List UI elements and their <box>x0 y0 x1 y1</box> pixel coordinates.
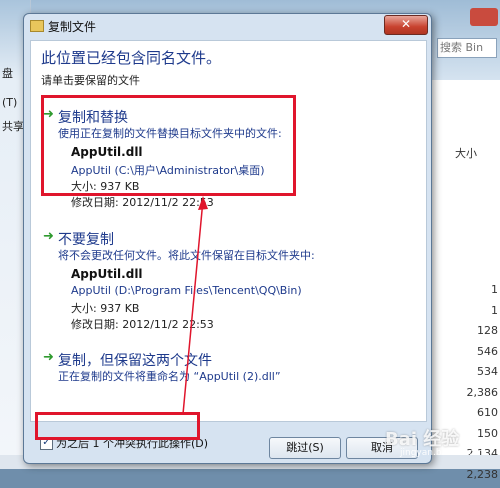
annotation-arrow <box>0 0 500 469</box>
size-cell: 2,238 <box>458 468 498 488</box>
watermark-url: jingyan.baidu.com <box>400 448 483 458</box>
